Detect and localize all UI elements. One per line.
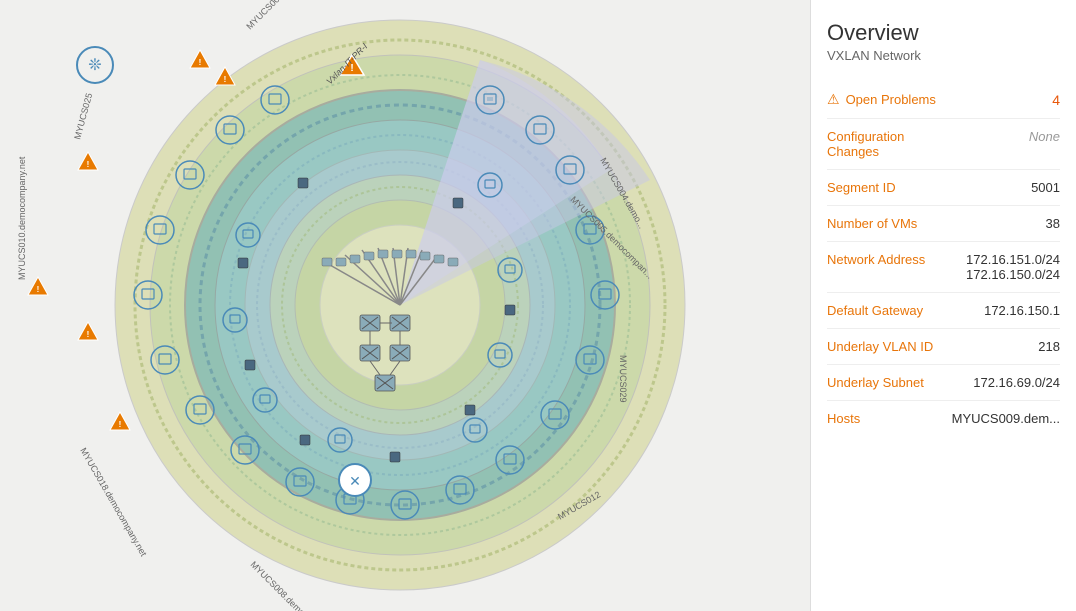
default-gateway-value: 172.16.150.1 xyxy=(984,303,1060,318)
svg-text:!: ! xyxy=(199,58,202,67)
svg-text:MYUCS010.democompany.net: MYUCS010.democompany.net xyxy=(17,156,27,280)
svg-text:!: ! xyxy=(119,420,122,429)
config-changes-row: Configuration Changes None xyxy=(827,119,1060,170)
open-problems-label: Open Problems xyxy=(846,92,1053,107)
overview-panel: Overview VXLAN Network ⚠ Open Problems 4… xyxy=(810,0,1076,611)
open-problems-count: 4 xyxy=(1052,92,1060,108)
open-problems-row[interactable]: ⚠ Open Problems 4 xyxy=(827,81,1060,119)
underlay-subnet-row: Underlay Subnet 172.16.69.0/24 xyxy=(827,365,1060,401)
diagram-panel: ! ❊ ! ! ! ! ! ! xyxy=(0,0,810,611)
segment-id-row: Segment ID 5001 xyxy=(827,170,1060,206)
underlay-vlan-value: 218 xyxy=(1038,339,1060,354)
warning-icon: ⚠ xyxy=(827,91,840,108)
num-vms-value: 38 xyxy=(1046,216,1060,231)
underlay-vlan-label: Underlay VLAN ID xyxy=(827,339,933,354)
svg-text:MYUCS029: MYUCS029 xyxy=(618,355,628,403)
segment-id-value: 5001 xyxy=(1031,180,1060,195)
num-vms-row: Number of VMs 38 xyxy=(827,206,1060,242)
config-changes-label: Configuration Changes xyxy=(827,129,957,159)
underlay-subnet-label: Underlay Subnet xyxy=(827,375,924,390)
svg-text:!: ! xyxy=(87,330,90,339)
default-gateway-label: Default Gateway xyxy=(827,303,923,318)
config-changes-value: None xyxy=(1029,129,1060,144)
svg-text:❊: ❊ xyxy=(88,57,101,74)
underlay-subnet-value: 172.16.69.0/24 xyxy=(973,375,1060,390)
network-address-row: Network Address 172.16.151.0/24 172.16.1… xyxy=(827,242,1060,293)
svg-text:!: ! xyxy=(224,75,227,84)
overview-subtitle: VXLAN Network xyxy=(827,48,1060,63)
svg-text:!: ! xyxy=(87,160,90,169)
network-address-label: Network Address xyxy=(827,252,925,267)
svg-text:✕: ✕ xyxy=(349,473,361,489)
network-address-value: 172.16.151.0/24 172.16.150.0/24 xyxy=(966,252,1060,282)
underlay-vlan-row: Underlay VLAN ID 218 xyxy=(827,329,1060,365)
hosts-row: Hosts MYUCS009.dem... xyxy=(827,401,1060,436)
overview-title: Overview xyxy=(827,20,1060,46)
default-gateway-row: Default Gateway 172.16.150.1 xyxy=(827,293,1060,329)
hosts-value: MYUCS009.dem... xyxy=(952,411,1060,426)
segment-id-label: Segment ID xyxy=(827,180,896,195)
hosts-label: Hosts xyxy=(827,411,860,426)
svg-text:!: ! xyxy=(37,285,40,294)
num-vms-label: Number of VMs xyxy=(827,216,917,231)
